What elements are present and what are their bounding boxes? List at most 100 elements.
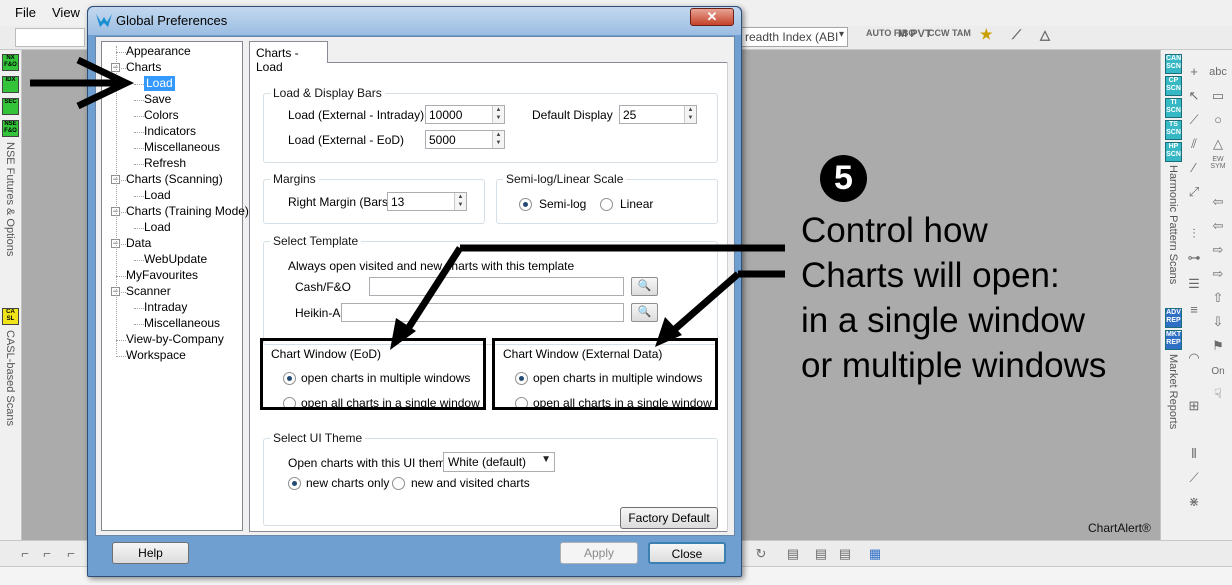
tree-item[interactable]: Miscellaneous xyxy=(144,316,220,331)
arrow-right-2-icon[interactable]: ⇨ xyxy=(1209,266,1227,282)
arrow-left-2-icon[interactable]: ⇦ xyxy=(1209,218,1227,234)
spin-up-icon[interactable]: ▲ xyxy=(493,106,504,114)
tree-item[interactable]: Load xyxy=(144,76,175,91)
fan-icon[interactable]: ⟋ xyxy=(1185,470,1203,486)
spin-down-icon[interactable]: ▼ xyxy=(493,139,504,147)
tab-charts-load[interactable]: Charts - Load xyxy=(249,41,328,74)
adv-rep-button[interactable]: ADV REP xyxy=(1165,308,1182,328)
ellipse-icon[interactable]: ○ xyxy=(1209,112,1227,127)
spin-down-icon[interactable]: ▼ xyxy=(455,201,466,209)
horizontal-line-icon[interactable]: ⊶ xyxy=(1185,250,1203,266)
pitchfork-icon[interactable]: ⟋ xyxy=(1012,27,1021,43)
report-4-icon[interactable]: ▦ xyxy=(866,546,884,562)
grid-icon[interactable]: ⊞ xyxy=(1185,398,1203,414)
pointer-icon[interactable]: ↖ xyxy=(1185,88,1203,104)
arrow-down-icon[interactable]: ⇩ xyxy=(1209,314,1227,330)
text-tool-icon[interactable]: abc xyxy=(1209,66,1227,78)
can-scn-button[interactable]: CAN SCN xyxy=(1165,54,1182,74)
tree-item[interactable]: Save xyxy=(144,92,171,107)
flag-icon[interactable]: ⚑ xyxy=(1209,338,1227,354)
bar-style-2-icon[interactable]: ⌐ xyxy=(38,546,56,561)
stepper-buttons[interactable]: ▲ ▼ xyxy=(454,193,466,210)
sec-scan-button[interactable]: SEC xyxy=(2,98,19,115)
tree-item[interactable]: Charts (Scanning) xyxy=(126,172,223,187)
linear-radio[interactable] xyxy=(600,198,613,211)
dialog-titlebar[interactable]: Global Preferences ✕ xyxy=(88,7,741,35)
report-2-icon[interactable]: ▤ xyxy=(812,546,830,562)
intraday-bars-stepper[interactable]: 10000 ▲ ▼ xyxy=(425,105,505,124)
triangle-icon[interactable]: △ xyxy=(1040,27,1050,43)
new-charts-only-radio[interactable] xyxy=(288,477,301,490)
spin-up-icon[interactable]: ▲ xyxy=(685,106,696,114)
cash-fo-template-field[interactable] xyxy=(369,277,624,296)
arrow-right-icon[interactable]: ⇨ xyxy=(1209,242,1227,258)
hand-icon[interactable]: ☟ xyxy=(1209,386,1227,402)
tree-item[interactable]: Indicators xyxy=(144,124,196,139)
tree-item[interactable]: Data xyxy=(126,236,151,251)
lines-icon[interactable]: ⦀ xyxy=(1185,446,1203,462)
ray-icon[interactable]: ⤢ xyxy=(1185,184,1203,200)
ts-scn-button[interactable]: TS SCN xyxy=(1165,120,1182,140)
tree-item[interactable]: Appearance xyxy=(126,44,191,59)
line-icon[interactable]: ∕ xyxy=(1185,160,1203,175)
report-icon[interactable]: ▤ xyxy=(784,546,802,562)
stepper-buttons[interactable]: ▲ ▼ xyxy=(492,106,504,123)
menu-view[interactable]: View xyxy=(52,5,80,20)
spin-up-icon[interactable]: ▲ xyxy=(493,131,504,139)
close-button[interactable]: Close xyxy=(648,542,726,564)
semilog-radio[interactable] xyxy=(519,198,532,211)
report-3-icon[interactable]: ▤ xyxy=(836,546,854,562)
ti-scn-button[interactable]: TI SCN xyxy=(1165,98,1182,118)
ew-sym-icon[interactable]: EW SYM xyxy=(1209,156,1227,170)
new-and-visited-radio[interactable] xyxy=(392,477,405,490)
tree-item[interactable]: MyFavourites xyxy=(126,268,198,283)
bars-icon[interactable]: ☰ xyxy=(1185,276,1203,292)
tree-item[interactable]: Charts (Training Mode) xyxy=(126,204,249,219)
default-display-stepper[interactable]: 25 ▲ ▼ xyxy=(619,105,697,124)
stepper-buttons[interactable]: ▲ ▼ xyxy=(492,131,504,148)
bar-style-1-icon[interactable]: ⌐ xyxy=(16,546,34,561)
factory-default-button[interactable]: Factory Default xyxy=(620,507,718,529)
menu-file[interactable]: File xyxy=(15,5,36,20)
idx-scan-button[interactable]: IDX xyxy=(2,76,19,93)
pattern-icon[interactable]: ⋇ xyxy=(1185,494,1203,510)
star-icon[interactable]: ★ xyxy=(980,26,993,43)
heikin-ashi-template-field[interactable] xyxy=(341,303,624,322)
tree-item[interactable]: Refresh xyxy=(144,156,186,171)
on-toggle[interactable]: On xyxy=(1209,366,1227,377)
tree-item[interactable]: Scanner xyxy=(126,284,171,299)
channel-icon[interactable]: ⫽ xyxy=(1185,136,1203,152)
tree-item[interactable]: Workspace xyxy=(126,348,186,363)
tree-item[interactable]: Miscellaneous xyxy=(144,140,220,155)
eod-bars-stepper[interactable]: 5000 ▲ ▼ xyxy=(425,130,505,149)
right-margin-stepper[interactable]: 13 ▲ ▼ xyxy=(387,192,467,211)
nse-fo-scan-button[interactable]: NSE F&O xyxy=(2,120,19,137)
spin-down-icon[interactable]: ▼ xyxy=(493,114,504,122)
ca-sl-scan-button[interactable]: CA SL xyxy=(2,308,19,325)
browse-heikin-button[interactable]: 🔍 xyxy=(631,303,658,322)
arc-icon[interactable]: ◠ xyxy=(1185,350,1203,366)
fib-icon[interactable]: ≡ xyxy=(1185,302,1203,317)
preferences-tree[interactable]: Appearance − Charts Load Save Colors Indicator… xyxy=(101,41,249,531)
tree-item[interactable]: Load xyxy=(144,188,171,203)
arrow-up-icon[interactable]: ⇧ xyxy=(1209,290,1227,306)
spin-up-icon[interactable]: ▲ xyxy=(455,193,466,201)
refresh-icon[interactable]: ↻ xyxy=(752,546,770,562)
close-window-button[interactable]: ✕ xyxy=(690,8,734,26)
rectangle-icon[interactable]: ▭ xyxy=(1209,88,1227,104)
tam-icon[interactable]: CCW TAM xyxy=(928,28,971,38)
bar-style-3-icon[interactable]: ⌐ xyxy=(62,546,80,561)
pivot-icon[interactable]: M PVT xyxy=(898,28,932,40)
help-button[interactable]: Help xyxy=(112,542,189,564)
panel-scrollbar[interactable] xyxy=(727,62,734,532)
apply-button[interactable]: Apply xyxy=(560,542,638,564)
tree-item[interactable]: WebUpdate xyxy=(144,252,207,267)
nx-fo-scan-button[interactable]: NX F&O xyxy=(2,54,19,71)
symbol-combo[interactable]: readth Index (ABI ▾ xyxy=(740,27,848,47)
arrow-left-icon[interactable]: ⇦ xyxy=(1209,194,1227,210)
spin-down-icon[interactable]: ▼ xyxy=(685,114,696,122)
toolbar-input[interactable] xyxy=(15,28,85,47)
browse-cash-button[interactable]: 🔍 xyxy=(631,277,658,296)
tree-item[interactable]: Colors xyxy=(144,108,179,123)
tree-item[interactable]: Charts xyxy=(126,60,161,75)
